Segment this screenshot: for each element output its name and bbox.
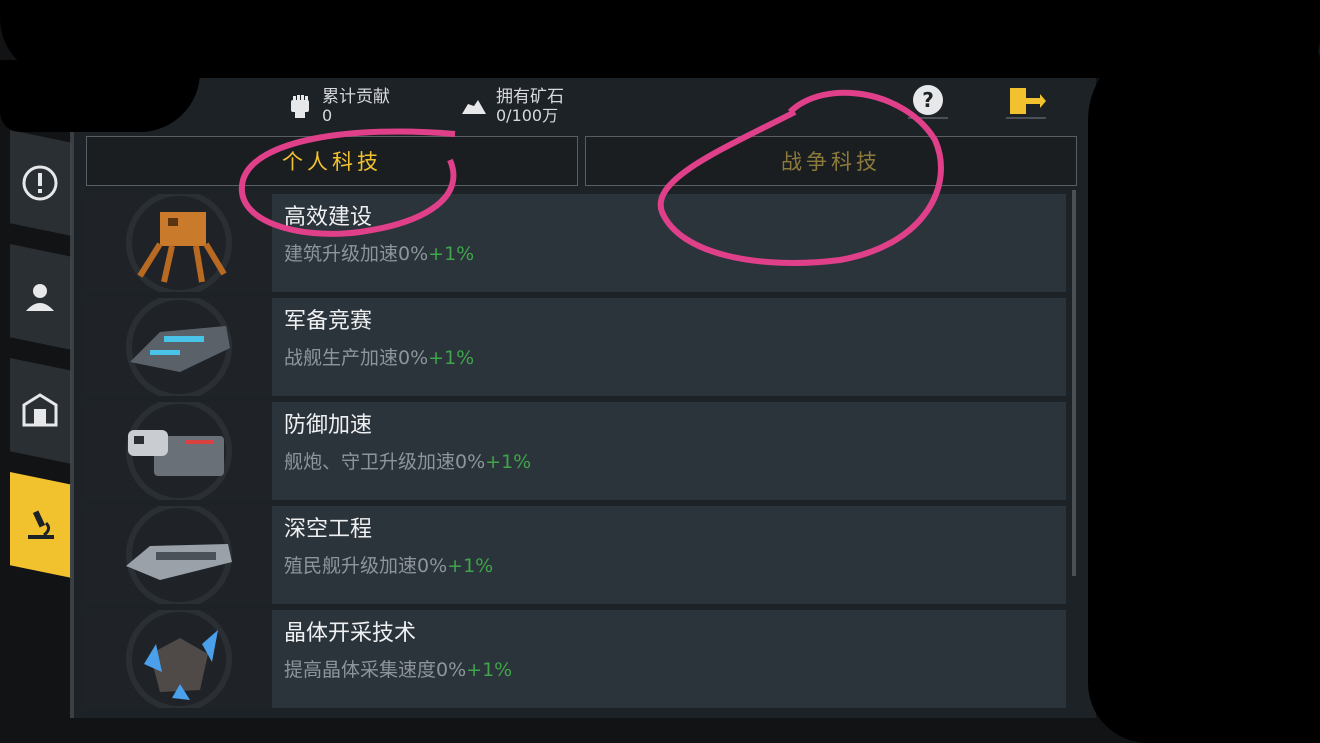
tech-thumbnail [86,402,272,500]
svg-text:?: ? [922,88,934,112]
tech-title: 晶体开采技术 [284,621,417,646]
exit-button[interactable] [1004,84,1048,120]
tech-row[interactable]: 防御加速 舰炮、守卫升级加速0%+1% [86,402,1066,500]
ore-icon [462,100,486,114]
contribution-stat: 累计贡献 0 [286,87,390,125]
tech-title: 高效建设 [284,205,373,230]
ore-stat: 拥有矿石 0/100万 [460,87,564,125]
tech-desc: 建筑升级加速0%+1% [284,243,475,265]
ore-value: 0/100万 [496,106,559,125]
tech-title: 防御加速 [284,413,373,438]
tech-list: 高效建设 建筑升级加速0%+1% 军备竞赛 战舰生产加速0%+1% 防御加速 舰… [86,194,1066,714]
sidebar-item-personal[interactable] [10,244,72,350]
tech-row[interactable]: 晶体开采技术 提高晶体采集速度0%+1% [86,610,1066,708]
colony-ship-icon [126,544,232,580]
tech-desc: 战舰生产加速0%+1% [284,347,475,369]
header-stats: 累计贡献 0 拥有矿石 0/100万 [286,84,634,128]
building-icon [22,393,58,427]
sidebar-item-base[interactable] [10,358,72,464]
tech-desc: 提高晶体采集速度0%+1% [284,659,513,681]
person-icon [26,284,54,311]
tech-title: 军备竞赛 [284,309,373,334]
sidebar [10,130,72,610]
tech-row[interactable]: 军备竞赛 战舰生产加速0%+1% [86,298,1066,396]
redaction-right [1088,40,1320,743]
exit-door-icon [1006,88,1046,119]
tab-personal-tech[interactable]: 个人科技 [86,136,578,186]
tech-row[interactable]: 高效建设 建筑升级加速0%+1% [86,194,1066,292]
mech-walker-icon [137,212,227,283]
list-scrollbar[interactable] [1072,190,1076,576]
turret-icon [128,430,224,476]
sidebar-item-alert[interactable] [10,130,72,236]
tab-war-tech[interactable]: 战争科技 [585,136,1077,186]
help-button[interactable]: ? [906,84,950,120]
battleship-icon [130,326,230,372]
contribution-label: 累计贡献 [322,87,390,107]
ore-label: 拥有矿石 [496,87,564,107]
question-icon: ? [908,85,948,119]
crystal-icon [144,630,218,700]
microscope-icon [28,510,54,539]
tech-desc: 殖民舰升级加速0%+1% [284,555,494,577]
tech-thumbnail [86,194,272,292]
tech-thumbnail [86,298,272,396]
tech-title: 深空工程 [284,517,373,542]
fist-icon [291,95,309,118]
tech-row[interactable]: 深空工程 殖民舰升级加速0%+1% [86,506,1066,604]
alert-icon [22,165,58,201]
redaction-left [0,60,200,132]
contribution-value: 0 [322,106,333,125]
tech-thumbnail [86,506,272,604]
sidebar-item-tech[interactable] [10,472,72,578]
tech-desc: 舰炮、守卫升级加速0%+1% [284,451,532,473]
tech-thumbnail [86,610,272,708]
